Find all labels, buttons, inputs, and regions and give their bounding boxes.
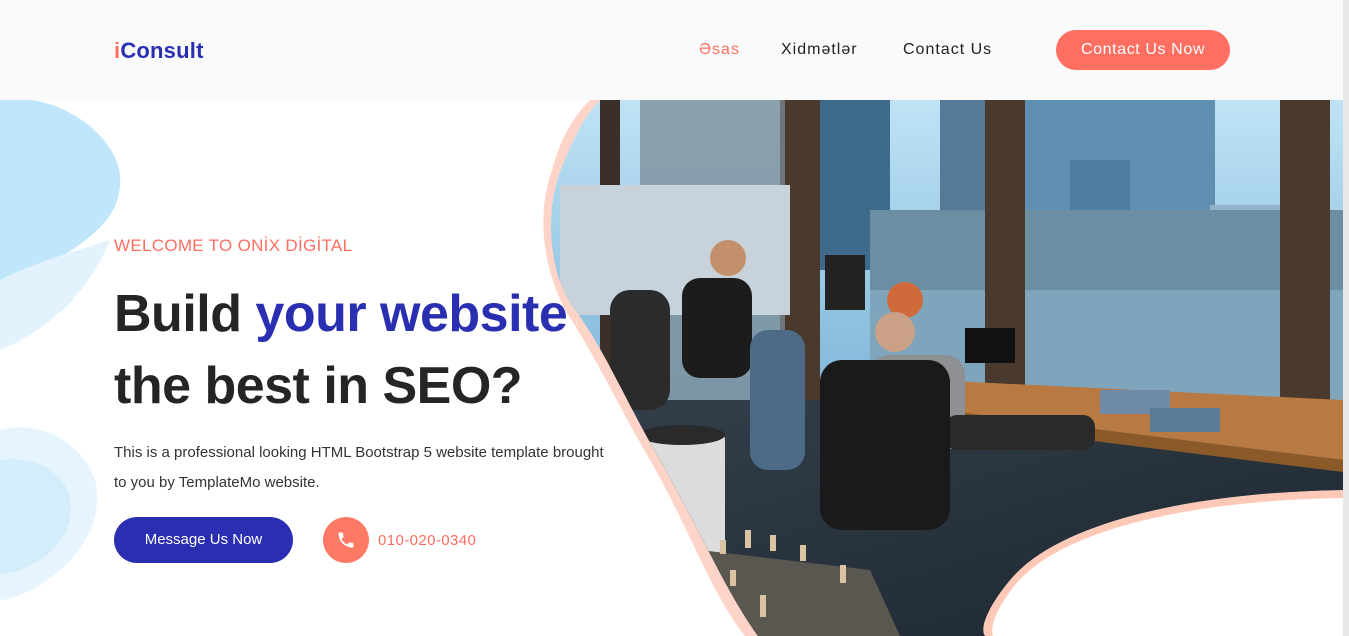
nav-contact[interactable]: Contact Us xyxy=(903,41,992,59)
nav-services[interactable]: Xidmətlər xyxy=(781,41,858,59)
contact-us-now-button[interactable]: Contact Us Now xyxy=(1056,30,1230,70)
headline-line-2: the best in SEO? xyxy=(114,357,523,415)
logo[interactable]: iConsult xyxy=(114,38,204,64)
hero-eyebrow: WELCOME TO ONİX DİGİTAL xyxy=(114,236,353,255)
hero-headline: Build your website the best in SEO? xyxy=(114,278,568,422)
hero-description: This is a professional looking HTML Boot… xyxy=(114,444,604,491)
office-photo xyxy=(551,100,1343,636)
headline-line-1: Build your website xyxy=(114,278,568,350)
nav-home[interactable]: Əsas xyxy=(699,41,740,59)
phone-button[interactable] xyxy=(323,517,369,563)
page-edge xyxy=(1343,0,1349,636)
phone-icon xyxy=(338,532,354,548)
message-us-now-button[interactable]: Message Us Now xyxy=(114,517,293,563)
logo-text: Consult xyxy=(120,38,204,63)
headline-plain: Build xyxy=(114,285,256,343)
phone-number[interactable]: 010-020-0340 xyxy=(378,532,476,549)
headline-highlight: your website xyxy=(255,285,568,343)
